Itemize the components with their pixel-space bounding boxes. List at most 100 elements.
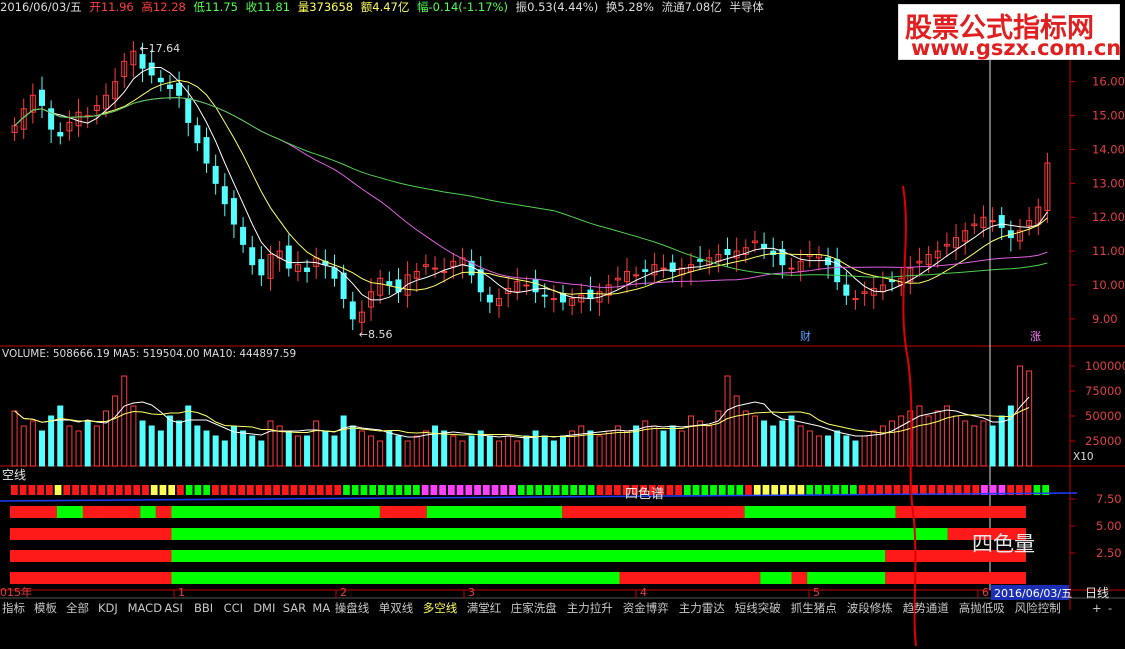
volume-bar <box>678 430 685 467</box>
spectrum-cell <box>264 485 272 495</box>
indicator-tab[interactable]: SAR <box>283 601 306 615</box>
indicator-tab[interactable]: ASI <box>164 601 183 615</box>
volume-bar <box>761 420 768 467</box>
spectrum-cell <box>19 485 27 495</box>
spectrum-cell <box>28 485 36 495</box>
indicator-tab[interactable]: 指标 <box>2 601 25 615</box>
volume-bar <box>852 440 859 467</box>
spectrum-cell <box>142 485 149 495</box>
candle-body <box>176 82 183 96</box>
volume-bar <box>943 405 950 467</box>
volume-bar <box>121 375 128 467</box>
zoom-in-button[interactable]: + <box>1092 601 1102 615</box>
indicator-tab[interactable]: 主力雷达 <box>679 601 725 615</box>
spectrum-cell <box>334 485 342 495</box>
spectrum-cell <box>290 485 298 495</box>
candle-body <box>212 165 219 184</box>
candle-body <box>240 226 247 245</box>
spectrum-cell <box>806 485 814 495</box>
candle-body <box>386 281 393 286</box>
volume-bar <box>962 420 969 467</box>
indicator-tab[interactable]: CCI <box>224 601 243 615</box>
volume-bar <box>797 425 804 467</box>
signal-band-segment <box>885 572 1026 584</box>
quote-low: 11.75 <box>205 0 238 14</box>
candle-body <box>587 289 594 300</box>
volume-bar <box>934 410 941 467</box>
indicator-tab[interactable]: MACD <box>128 601 162 615</box>
indicator-tab[interactable]: KDJ <box>98 601 118 615</box>
spectrum-label: 四色谱 <box>625 486 664 502</box>
volume-bar <box>861 435 868 467</box>
indicator-tab[interactable]: DMI <box>253 601 275 615</box>
volume-bar <box>742 410 749 467</box>
candle-body <box>486 294 493 303</box>
candle-body <box>331 267 338 279</box>
indicator-tab[interactable]: 资金博弈 <box>623 601 669 615</box>
volume-bar <box>267 420 274 467</box>
volume-bar <box>596 435 603 467</box>
spectrum-cell <box>745 485 752 495</box>
quote-change: -0.14(-1.17%) <box>428 0 508 14</box>
indicator-tab[interactable]: 操盘线 <box>335 601 370 615</box>
indicator-tab[interactable]: 风险控制 <box>1015 601 1061 615</box>
ma5-line <box>14 67 1048 301</box>
candle-body <box>441 270 448 273</box>
indicator-tab[interactable]: 模板 <box>34 601 57 615</box>
volume-bar <box>148 425 155 467</box>
xaxis-month-label: 1 <box>178 586 185 599</box>
indicator-tab[interactable]: MA <box>312 601 330 615</box>
indicator-tab[interactable]: 单双线 <box>379 601 414 615</box>
spectrum-cell <box>11 485 18 495</box>
spectrum-cell <box>710 485 717 495</box>
candle-body <box>185 98 192 123</box>
volume-bar <box>340 415 347 467</box>
price-ytick-label: 14.00 <box>1092 142 1125 156</box>
indicator-tab[interactable]: BBI <box>194 601 213 615</box>
volume-bar <box>724 375 731 467</box>
volume-bar <box>605 430 612 467</box>
spectrum-cell <box>185 485 193 495</box>
indicator-tab[interactable]: 庄家洗盘 <box>511 601 557 615</box>
spectrum-cell <box>841 485 848 495</box>
quote-bar: 2016/06/03/五 开11.96 高12.28 低11.75 收11.81… <box>0 0 764 14</box>
volume-bar <box>1017 365 1024 467</box>
volume-bar <box>294 435 301 467</box>
volume-bar <box>368 435 375 467</box>
indicator-tab[interactable]: 高抛低吸 <box>959 601 1005 615</box>
indicator-tab[interactable]: 全部 <box>66 601 89 615</box>
chart-stage: 16.00 15.00 14.00 13.00 12.00 11.00 10.00 9.00 ←… <box>0 0 1125 647</box>
indicator-tab[interactable]: 多空线 <box>423 601 458 615</box>
volume-bar <box>166 415 173 467</box>
candle-body <box>642 269 649 272</box>
volume-bar <box>386 430 393 467</box>
price-high-label: ←17.64 <box>139 42 180 55</box>
zoom-out-button[interactable]: - <box>1108 601 1112 615</box>
candle-body <box>148 62 155 76</box>
indicator-tab[interactable]: 趋势通道 <box>903 601 949 615</box>
volume-bar <box>322 430 329 467</box>
candle-body <box>541 294 548 297</box>
spectrum-cell <box>780 485 787 495</box>
spectrum-cell <box>482 485 490 495</box>
volume-ma10-line <box>14 407 1030 437</box>
volume-bar <box>459 440 466 467</box>
candle-body <box>788 267 795 270</box>
spectrum-cell <box>395 485 403 495</box>
spectrum-cell <box>509 485 516 495</box>
indicator-tab[interactable]: 主力拉升 <box>567 601 613 615</box>
indicator-tab[interactable]: 抓生猪点 <box>791 601 837 615</box>
spectrum-cell <box>203 485 211 495</box>
spectrum-cell <box>570 485 578 495</box>
signal-band-segment <box>760 572 792 584</box>
spectrum-cell <box>858 485 866 495</box>
indicator-tab[interactable]: 满堂红 <box>467 601 502 615</box>
spectrum-cell <box>107 485 114 495</box>
indicator-tab[interactable]: 波段修炼 <box>847 601 893 615</box>
signal-band-segment <box>619 572 761 584</box>
signal-band-segment <box>10 528 172 540</box>
indicator-tab[interactable]: 短线突破 <box>735 601 781 615</box>
volume-color-label: 四色量 <box>972 532 1035 556</box>
signal-band-segment <box>379 506 427 518</box>
spectrum-cell <box>579 485 586 495</box>
